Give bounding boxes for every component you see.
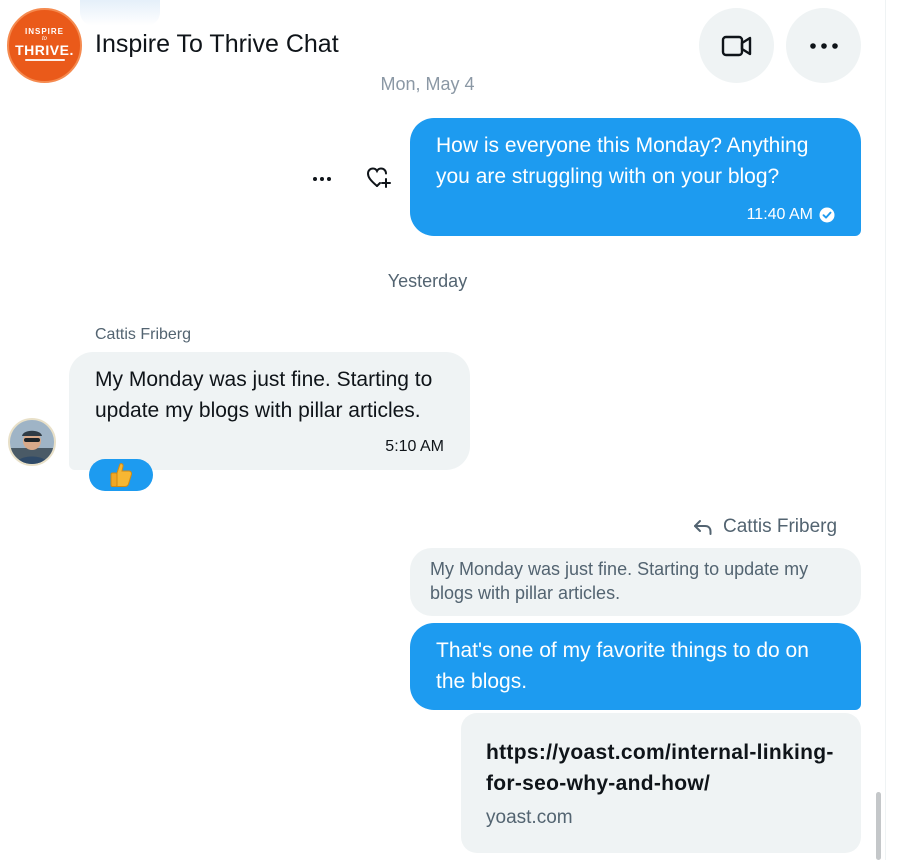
more-options-button[interactable] [786, 8, 861, 83]
chat-window: INSPIRE to THRIVE. Inspire To Thrive Cha… [0, 0, 906, 860]
more-icon [809, 42, 838, 49]
time-text: 11:40 AM [746, 206, 813, 223]
message-text: My Monday was just fine. Starting to upd… [95, 368, 433, 422]
group-logo-avatar[interactable]: INSPIRE to THRIVE. [7, 8, 82, 83]
scrollbar-thumb[interactable] [876, 792, 881, 860]
link-url[interactable]: https://yoast.com/internal-linking-for-s… [486, 737, 836, 799]
message-text: That's one of my favorite things to do o… [436, 639, 809, 693]
video-call-button[interactable] [699, 8, 774, 83]
sender-name[interactable]: Cattis Friberg [95, 326, 191, 344]
logo-swoosh [24, 58, 65, 61]
reply-to-name: Cattis Friberg [723, 516, 838, 537]
divider [885, 0, 886, 860]
avatar[interactable] [8, 418, 56, 466]
outgoing-message-bubble[interactable]: That's one of my favorite things to do o… [410, 623, 861, 710]
link-preview-card[interactable]: https://yoast.com/internal-linking-for-s… [461, 713, 861, 853]
chat-title[interactable]: Inspire To Thrive Chat [95, 30, 339, 59]
user-photo-icon [10, 420, 54, 464]
reaction-badge[interactable]: 👍 [89, 459, 153, 491]
reply-context: Cattis Friberg [693, 516, 837, 538]
video-icon [721, 35, 751, 56]
link-domain: yoast.com [486, 807, 573, 828]
message-timestamp: 5:10 AM [385, 438, 444, 455]
message-actions [308, 164, 398, 192]
logo-text: THRIVE. [15, 41, 74, 58]
add-reaction-heart-icon[interactable] [365, 164, 393, 192]
thumbs-up-icon [110, 463, 133, 487]
quoted-message[interactable]: My Monday was just fine. Starting to upd… [410, 548, 861, 616]
date-separator: Mon, May 4 [355, 74, 500, 95]
message-text: How is everyone this Monday? Anything yo… [436, 134, 809, 188]
incoming-message-bubble[interactable]: My Monday was just fine. Starting to upd… [69, 352, 470, 470]
more-icon[interactable] [311, 166, 333, 192]
reply-arrow-icon [694, 520, 712, 535]
outgoing-message-bubble[interactable]: How is everyone this Monday? Anything yo… [410, 118, 861, 236]
logo-text: INSPIRE [24, 26, 64, 36]
date-separator: Yesterday [387, 271, 468, 291]
seen-check-icon [819, 207, 835, 223]
message-timestamp: 11:40 AM [747, 205, 835, 225]
